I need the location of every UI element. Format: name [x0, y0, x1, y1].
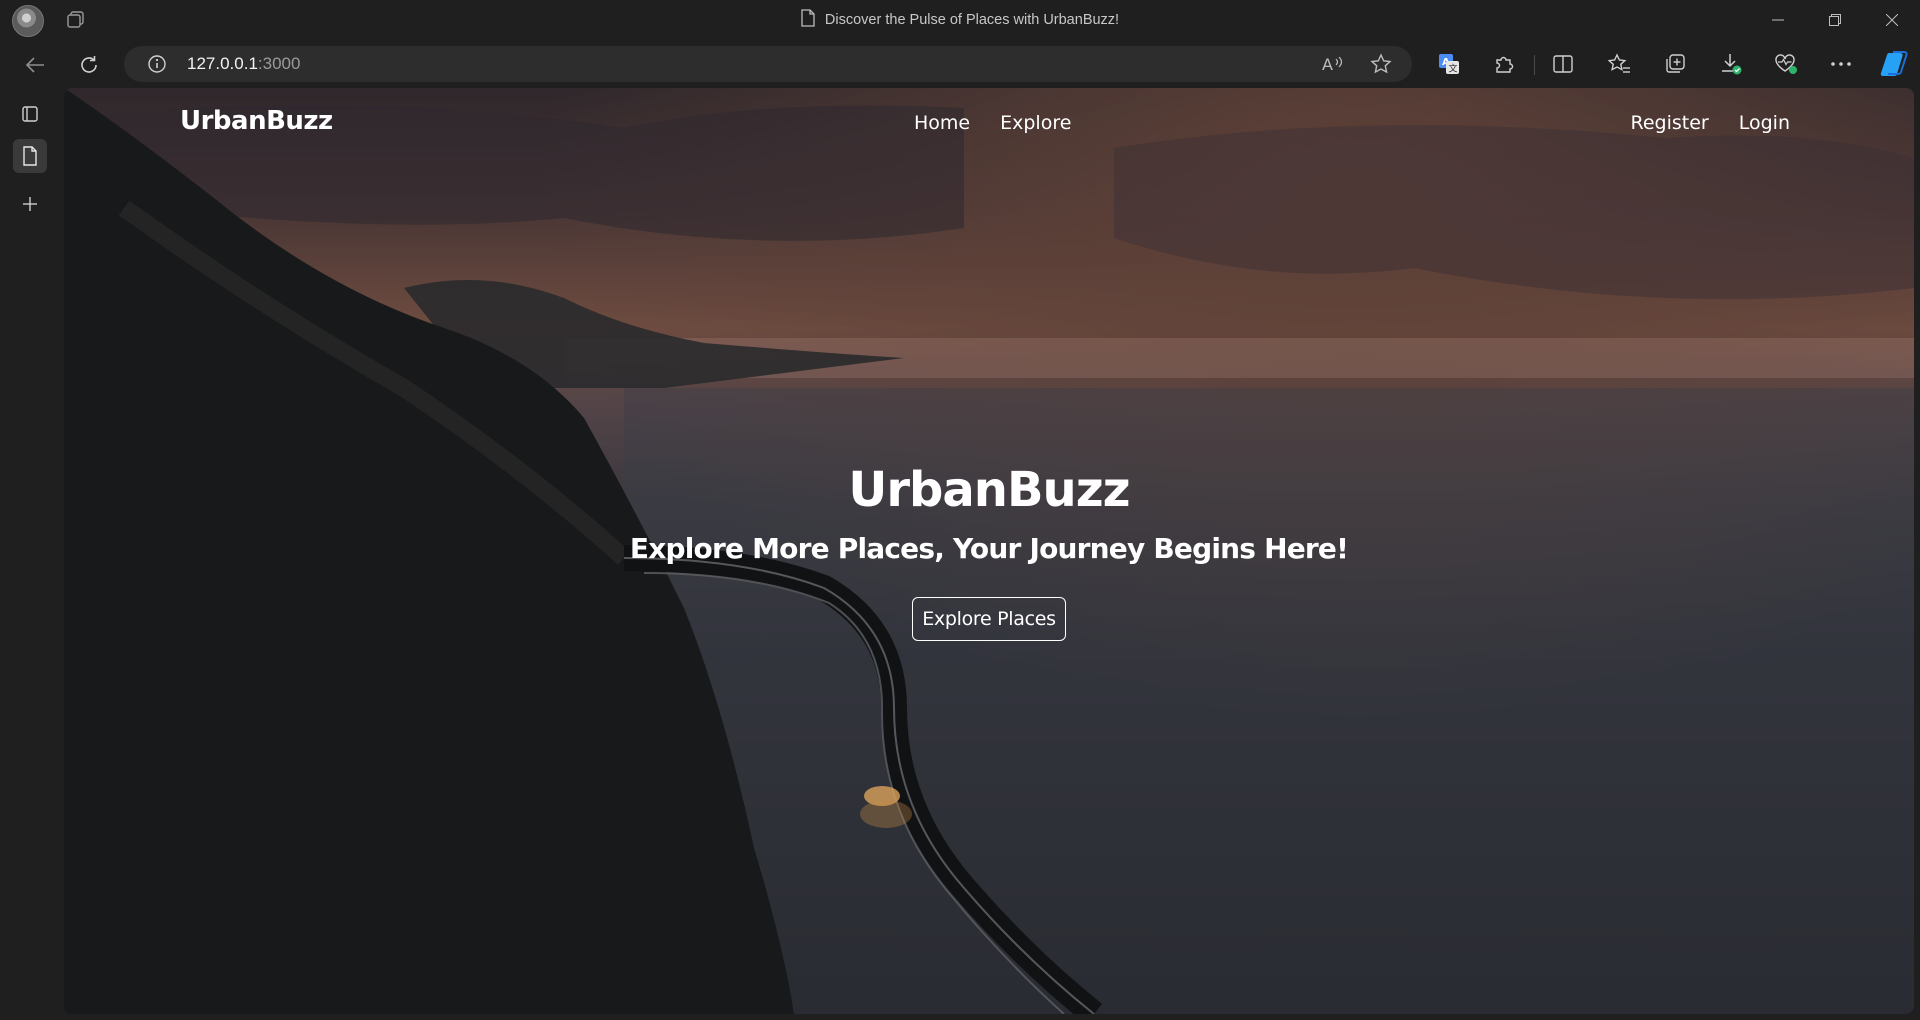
- nav-link-login[interactable]: Login: [1739, 112, 1790, 134]
- hero-title: UrbanBuzz: [848, 462, 1130, 518]
- more-icon[interactable]: [1828, 51, 1854, 77]
- back-arrow-icon[interactable]: [22, 52, 48, 78]
- tab-actions-icon[interactable]: [13, 97, 47, 131]
- window-title-text: Discover the Pulse of Places with UrbanB…: [824, 12, 1120, 28]
- refresh-icon[interactable]: [76, 52, 102, 78]
- heart-pulse-icon[interactable]: [1773, 51, 1799, 77]
- hero-subtitle: Explore More Places, Your Journey Begins…: [629, 532, 1349, 565]
- title-bar: Discover the Pulse of Places with UrbanB…: [0, 0, 1920, 40]
- page-viewport: UrbanBuzz Home Explore Register Login Ur…: [64, 88, 1914, 1014]
- collections-icon[interactable]: [1662, 51, 1688, 77]
- read-aloud-icon[interactable]: A: [1320, 51, 1346, 77]
- favorites-icon[interactable]: [1606, 51, 1632, 77]
- url-host: 127.0.0.1: [187, 54, 258, 73]
- nav-link-register[interactable]: Register: [1631, 112, 1709, 134]
- nav-link-explore[interactable]: Explore: [1000, 112, 1071, 134]
- star-icon[interactable]: [1368, 51, 1394, 77]
- brand-logo[interactable]: UrbanBuzz: [180, 106, 333, 136]
- vertical-tabs-sidebar: [0, 88, 62, 1020]
- url-text[interactable]: 127.0.0.1:3000: [187, 52, 300, 76]
- toolbar-divider: [1534, 55, 1535, 75]
- svg-text:A: A: [1322, 55, 1333, 74]
- page-tab-icon[interactable]: [13, 139, 47, 173]
- puzzle-icon[interactable]: [1491, 51, 1517, 77]
- svg-text:文: 文: [1449, 63, 1458, 75]
- translate-icon[interactable]: A文: [1436, 51, 1462, 77]
- explore-places-button[interactable]: Explore Places: [912, 597, 1066, 641]
- nav-link-home[interactable]: Home: [914, 112, 970, 134]
- info-icon[interactable]: [144, 51, 170, 77]
- main-nav: Home Explore: [914, 112, 1071, 134]
- url-port: :3000: [257, 54, 301, 73]
- page-icon: [801, 9, 815, 31]
- address-bar[interactable]: [124, 46, 1412, 82]
- download-icon[interactable]: [1718, 51, 1744, 77]
- new-tab-icon[interactable]: [13, 187, 47, 221]
- copilot-icon[interactable]: [1880, 50, 1910, 78]
- close-button[interactable]: [1863, 0, 1920, 40]
- window-title: Discover the Pulse of Places with UrbanB…: [0, 0, 1920, 40]
- minimize-button[interactable]: [1749, 0, 1806, 40]
- auth-nav: Register Login: [1631, 112, 1791, 134]
- restore-button[interactable]: [1806, 0, 1863, 40]
- split-screen-icon[interactable]: [1550, 51, 1576, 77]
